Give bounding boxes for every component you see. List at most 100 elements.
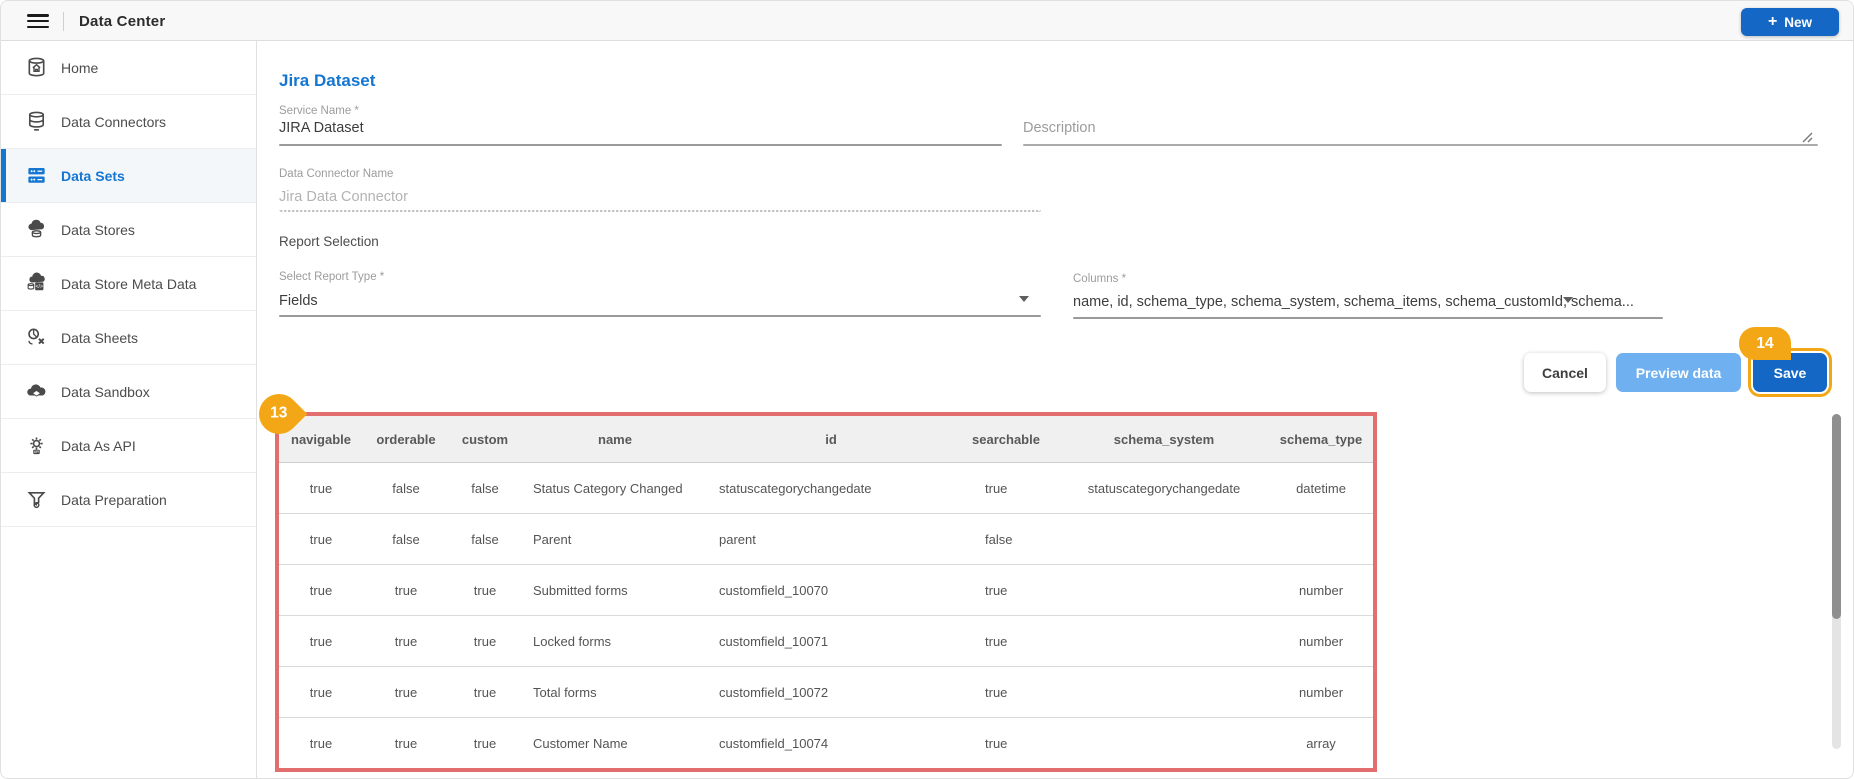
- table-cell: number: [1269, 667, 1373, 718]
- service-name-underline: [279, 144, 1002, 146]
- sidebar-item-data-stores[interactable]: Data Stores: [1, 203, 256, 257]
- columns-underline: [1073, 317, 1663, 319]
- report-type-underline: [279, 315, 1041, 317]
- svg-text:</>: </>: [36, 284, 43, 290]
- table-row: truetruetrueCustomer Namecustomfield_100…: [279, 718, 1373, 769]
- sidebar-item-label: Data Connectors: [61, 114, 166, 130]
- table-cell: true: [953, 718, 1059, 769]
- table-body: truefalsefalseStatus Category Changedsta…: [279, 463, 1373, 769]
- sidebar-item-label: Data Stores: [61, 222, 135, 238]
- table-cell: [1059, 514, 1269, 565]
- vertical-scrollbar-track[interactable]: [1832, 414, 1841, 749]
- table-cell: number: [1269, 565, 1373, 616]
- report-type-caret-icon[interactable]: [1019, 296, 1029, 302]
- table-cell: customfield_10071: [709, 616, 953, 667]
- resize-grip-icon[interactable]: [1799, 129, 1813, 143]
- table-cell: customfield_10070: [709, 565, 953, 616]
- metadata-icon: </>: [25, 272, 48, 295]
- fields-table: navigableorderablecustomnameidsearchable…: [279, 416, 1373, 768]
- table-cell: false: [449, 463, 521, 514]
- preview-data-button[interactable]: Preview data: [1616, 353, 1741, 392]
- plus-icon: +: [1768, 14, 1777, 30]
- app-window: Data Center + New Home Data Connectors Dat…: [0, 0, 1854, 779]
- home-icon: [25, 56, 48, 79]
- column-header-orderable: orderable: [363, 416, 449, 463]
- table-cell: true: [449, 718, 521, 769]
- table-cell: true: [279, 718, 363, 769]
- preparation-icon: [25, 488, 48, 511]
- table-cell: customfield_10072: [709, 667, 953, 718]
- table-cell: Status Category Changed: [521, 463, 709, 514]
- service-name-label: Service Name *: [279, 105, 359, 117]
- table-cell: true: [449, 667, 521, 718]
- sidebar-item-data-connectors[interactable]: Data Connectors: [1, 95, 256, 149]
- table-cell: true: [279, 616, 363, 667]
- topbar-divider: [63, 12, 64, 31]
- table-cell: Customer Name: [521, 718, 709, 769]
- report-type-label: Select Report Type *: [279, 271, 384, 283]
- table-cell: false: [953, 514, 1059, 565]
- table-cell: true: [279, 667, 363, 718]
- table-cell: Locked forms: [521, 616, 709, 667]
- description-input[interactable]: Description: [1023, 120, 1096, 136]
- sidebar-item-label: Data Sets: [61, 168, 125, 184]
- app-title: Data Center: [79, 13, 165, 30]
- table-cell: statuscategorychangedate: [1059, 463, 1269, 514]
- column-header-name: name: [521, 416, 709, 463]
- table-cell: array: [1269, 718, 1373, 769]
- columns-label: Columns *: [1073, 273, 1126, 285]
- table-cell: true: [363, 667, 449, 718]
- table-cell: Submitted forms: [521, 565, 709, 616]
- sidebar-item-label: Data Sheets: [61, 330, 138, 346]
- vertical-scrollbar-thumb[interactable]: [1832, 414, 1841, 619]
- sidebar-item-data-store-meta-data[interactable]: </>Data Store Meta Data: [1, 257, 256, 311]
- sidebar-item-data-preparation[interactable]: Data Preparation: [1, 473, 256, 527]
- table-row: truetruetrueLocked formscustomfield_1007…: [279, 616, 1373, 667]
- table-cell: [1059, 565, 1269, 616]
- table-cell: true: [449, 616, 521, 667]
- sidebar-item-data-as-api[interactable]: API Data As API: [1, 419, 256, 473]
- column-header-searchable: searchable: [953, 416, 1059, 463]
- connector-name-label: Data Connector Name: [279, 168, 393, 180]
- sidebar-item-data-sheets[interactable]: Data Sheets: [1, 311, 256, 365]
- sidebar: Home Data Connectors Data Sets Data Stores <…: [1, 41, 257, 778]
- table-cell: false: [449, 514, 521, 565]
- service-name-input[interactable]: JIRA Dataset: [279, 120, 364, 136]
- table-cell: [1269, 514, 1373, 565]
- sidebar-item-label: Home: [61, 60, 98, 76]
- report-type-select[interactable]: Fields: [279, 293, 318, 309]
- table-cell: true: [953, 463, 1059, 514]
- table-cell: parent: [709, 514, 953, 565]
- columns-select[interactable]: name, id, schema_type, schema_system, sc…: [1073, 294, 1634, 310]
- table-header-row: navigableorderablecustomnameidsearchable…: [279, 416, 1373, 463]
- table-cell: true: [953, 565, 1059, 616]
- page-title: Jira Dataset: [279, 71, 375, 91]
- table-cell: false: [363, 514, 449, 565]
- table-cell: true: [363, 616, 449, 667]
- sheets-icon: [25, 326, 48, 349]
- description-underline: [1023, 144, 1818, 146]
- sidebar-item-home[interactable]: Home: [1, 41, 256, 95]
- table-cell: true: [953, 667, 1059, 718]
- sidebar-item-data-sandbox[interactable]: Data Sandbox: [1, 365, 256, 419]
- new-button-label: New: [1784, 15, 1812, 30]
- table-header: navigableorderablecustomnameidsearchable…: [279, 416, 1373, 463]
- columns-caret-icon[interactable]: [1563, 297, 1573, 303]
- menu-icon[interactable]: [27, 14, 49, 29]
- cancel-button[interactable]: Cancel: [1524, 353, 1606, 392]
- report-selection-title: Report Selection: [279, 234, 379, 249]
- new-button[interactable]: + New: [1741, 8, 1839, 36]
- table-cell: [1059, 616, 1269, 667]
- connector-name-value: Jira Data Connector: [279, 189, 408, 205]
- api-icon: API: [25, 434, 48, 457]
- sidebar-item-data-sets[interactable]: Data Sets: [1, 149, 256, 203]
- sidebar-item-label: Data As API: [61, 438, 136, 454]
- table-cell: true: [449, 565, 521, 616]
- column-header-id: id: [709, 416, 953, 463]
- table-cell: Total forms: [521, 667, 709, 718]
- table-cell: true: [363, 565, 449, 616]
- annotation-badge-14: 14: [1739, 327, 1791, 360]
- table-cell: number: [1269, 616, 1373, 667]
- stores-icon: [25, 218, 48, 241]
- table-row: truefalsefalseParentparentfalse: [279, 514, 1373, 565]
